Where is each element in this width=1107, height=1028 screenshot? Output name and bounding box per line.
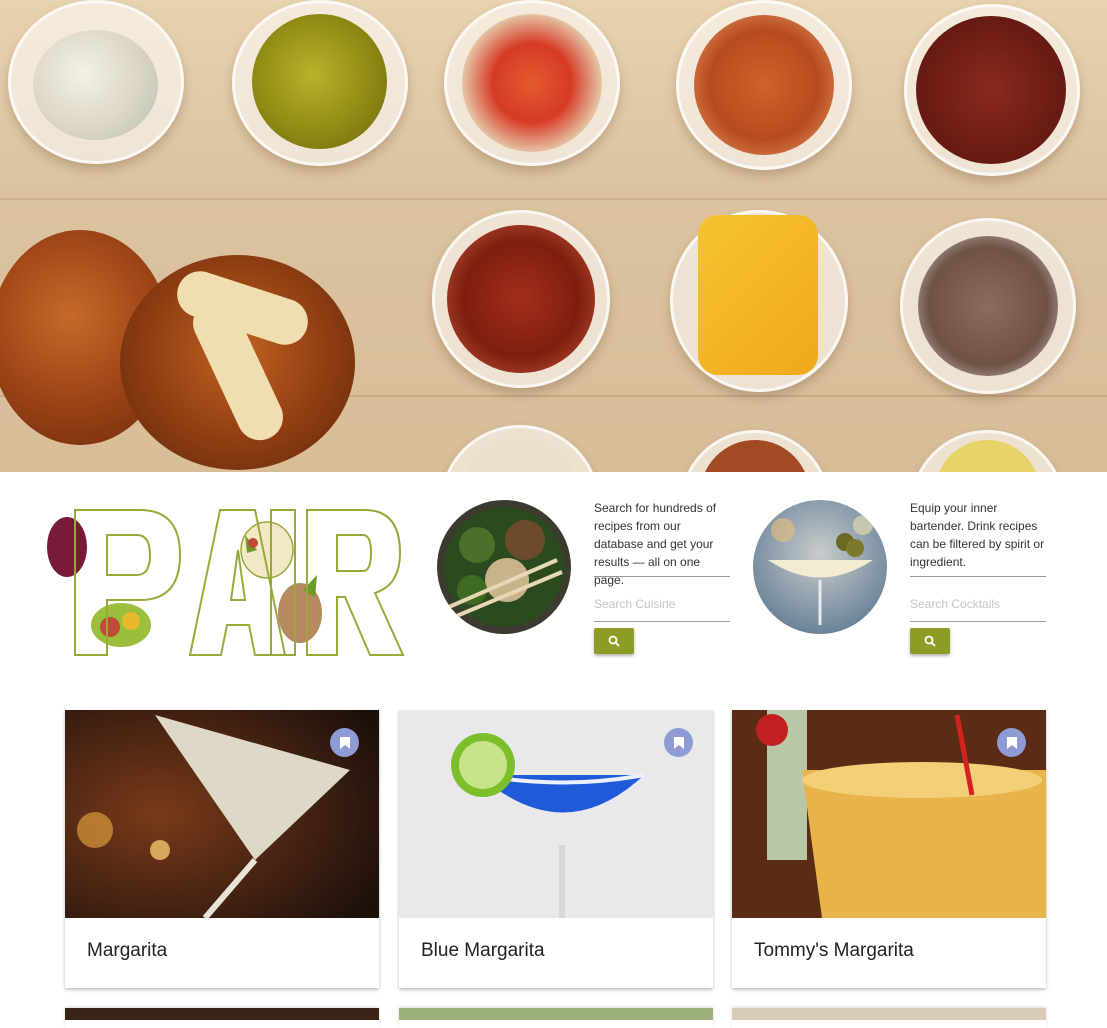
card-title: Blue Margarita [421,940,545,961]
bookmark-button[interactable] [997,728,1026,757]
search-cocktails-input[interactable] [910,587,1046,622]
bookmark-icon [339,736,350,749]
card-title: Tommy's Margarita [754,940,914,961]
recipe-card[interactable]: Margarita [65,710,379,988]
card-title: Margarita [87,940,168,961]
bowl-chili-jam [904,4,1080,176]
search-cocktails-button[interactable] [910,628,950,654]
recipe-card-partial[interactable] [399,1008,713,1028]
bowl-relish [232,0,408,166]
bookmark-button[interactable] [664,728,693,757]
bowl-shredded-carrot [676,0,852,170]
pretzel-bun-right [120,255,355,470]
cuisine-divider [594,576,730,577]
search-icon [924,635,936,647]
search-cuisine-input[interactable] [594,587,730,622]
bowl-partial-2 [680,430,830,472]
bowl-partial-1 [440,425,600,472]
recipe-card-partial[interactable] [65,1008,379,1028]
fruit-icon [47,517,87,577]
bowl-blue-cheese [8,0,184,164]
cocktail-divider [910,576,1046,577]
cocktail-description: Equip your inner bartender. Drink recipe… [910,501,1045,569]
search-icon [608,635,620,647]
bowl-bacon [432,210,610,388]
bookmark-icon [673,736,684,749]
bowl-peppers [444,0,620,166]
bookmark-icon [1006,736,1017,749]
bookmark-button[interactable] [330,728,359,757]
pair-logo[interactable] [45,505,405,660]
recipe-card-partial[interactable] [732,1008,1046,1028]
search-cuisine-button[interactable] [594,628,634,654]
bowl-pate [900,218,1076,394]
hero-image [0,0,1107,472]
cocktail-photo [753,500,887,634]
recipe-card[interactable]: Blue Margarita [399,710,713,988]
bowl-cheddar [670,210,848,392]
bowl-partial-3 [910,430,1065,472]
cuisine-photo [437,500,571,634]
recipe-card[interactable]: Tommy's Margarita [732,710,1046,988]
